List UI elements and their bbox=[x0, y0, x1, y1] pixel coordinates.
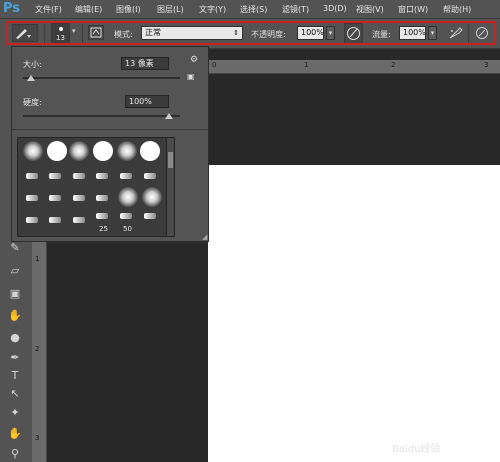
watermark: Baidu经验 bbox=[392, 444, 441, 455]
soft-round-brush[interactable] bbox=[118, 187, 138, 207]
ruler-tick-label: 1 bbox=[304, 61, 309, 69]
brush-size-number: 25 bbox=[99, 225, 108, 233]
brush-tip-preset[interactable] bbox=[73, 217, 85, 223]
smudge-tool[interactable]: ✋ bbox=[6, 308, 24, 324]
type-tool[interactable]: T bbox=[6, 368, 24, 384]
menu-file[interactable]: 文件(F) bbox=[35, 4, 62, 15]
highlight-outline bbox=[6, 21, 496, 45]
hard-round-brush[interactable] bbox=[47, 141, 67, 161]
gear-icon[interactable]: ⚙ bbox=[190, 55, 198, 65]
brush-tip-preset[interactable] bbox=[96, 195, 108, 201]
zoom-tool[interactable]: ⚲ bbox=[6, 446, 24, 462]
healing-brush-tool[interactable]: ✎ bbox=[6, 240, 24, 256]
menu-layer[interactable]: 图层(L) bbox=[157, 4, 184, 15]
brush-tip-preset[interactable] bbox=[49, 173, 61, 179]
brush-tip-preset[interactable] bbox=[26, 217, 38, 223]
brush-tip-preset[interactable] bbox=[96, 213, 108, 219]
brush-tip-preset[interactable] bbox=[49, 217, 61, 223]
soft-round-brush[interactable] bbox=[142, 187, 162, 207]
eraser-tool[interactable]: ▱ bbox=[6, 263, 24, 279]
brush-size-number: 50 bbox=[123, 225, 132, 233]
menu-select[interactable]: 选择(S) bbox=[240, 4, 267, 15]
document-canvas[interactable] bbox=[208, 165, 500, 462]
menu-image[interactable]: 图像(I) bbox=[116, 4, 141, 15]
menu-filter[interactable]: 滤镜(T) bbox=[282, 4, 309, 15]
size-label: 大小: bbox=[23, 60, 42, 69]
dodge-tool[interactable]: ● bbox=[6, 330, 24, 346]
ruler-tick-label: 0 bbox=[212, 61, 217, 69]
hard-round-brush[interactable] bbox=[93, 141, 113, 161]
presets-scrollbar[interactable] bbox=[166, 137, 175, 237]
soft-round-brush[interactable] bbox=[23, 141, 43, 161]
resize-grip-icon[interactable]: ◢ bbox=[202, 233, 207, 241]
hardness-slider[interactable] bbox=[23, 115, 180, 117]
brush-presets-list[interactable]: 25 50 bbox=[17, 137, 169, 237]
ruler-tick-label: 1 bbox=[35, 255, 40, 263]
path-selection-tool[interactable]: ↖ bbox=[6, 386, 24, 402]
menu-window[interactable]: 窗口(W) bbox=[398, 4, 428, 15]
size-slider-thumb[interactable] bbox=[27, 75, 35, 81]
hardness-label: 硬度: bbox=[23, 98, 42, 107]
menu-bar: Ps 文件(F) 编辑(E) 图像(I) 图层(L) 文字(Y) 选择(S) 滤… bbox=[0, 0, 500, 19]
brush-tip-preset[interactable] bbox=[96, 173, 108, 179]
brush-tip-preset[interactable] bbox=[144, 173, 156, 179]
ruler-tick-label: 2 bbox=[391, 61, 396, 69]
menu-type[interactable]: 文字(Y) bbox=[199, 4, 226, 15]
hand-tool[interactable]: ✋ bbox=[6, 426, 24, 442]
reset-size-icon[interactable]: ▣ bbox=[187, 72, 195, 81]
menu-3d[interactable]: 3D(D) bbox=[323, 4, 347, 13]
brush-tip-preset[interactable] bbox=[120, 213, 132, 219]
soft-round-brush[interactable] bbox=[69, 141, 89, 161]
brush-tip-preset[interactable] bbox=[73, 195, 85, 201]
ruler-tick-label: 3 bbox=[484, 61, 489, 69]
brush-tip-preset[interactable] bbox=[26, 173, 38, 179]
ruler-tick-label: 3 bbox=[35, 434, 40, 442]
scrollbar-thumb[interactable] bbox=[168, 152, 173, 168]
size-slider[interactable] bbox=[23, 77, 180, 79]
ps-logo: Ps bbox=[3, 1, 21, 16]
hard-round-brush[interactable] bbox=[140, 141, 160, 161]
brush-tip-preset[interactable] bbox=[144, 213, 156, 219]
brush-tip-preset[interactable] bbox=[73, 173, 85, 179]
shape-tool[interactable]: ✦ bbox=[6, 405, 24, 421]
vertical-ruler: 1 2 3 bbox=[32, 242, 47, 462]
brush-tip-preset[interactable] bbox=[120, 173, 132, 179]
ruler-tick-label: 2 bbox=[35, 345, 40, 353]
menu-view[interactable]: 视图(V) bbox=[356, 4, 384, 15]
brush-tip-preset[interactable] bbox=[49, 195, 61, 201]
menu-help[interactable]: 帮助(H) bbox=[443, 4, 471, 15]
soft-round-brush[interactable] bbox=[117, 141, 137, 161]
pen-tool[interactable]: ✒ bbox=[6, 350, 24, 366]
hardness-input[interactable]: 100% bbox=[125, 95, 169, 108]
brush-tip-preset[interactable] bbox=[26, 195, 38, 201]
gradient-tool[interactable]: ▣ bbox=[6, 286, 24, 302]
hardness-slider-thumb[interactable] bbox=[165, 113, 173, 119]
size-input[interactable]: 13 像素 bbox=[121, 57, 169, 70]
menu-edit[interactable]: 编辑(E) bbox=[75, 4, 102, 15]
